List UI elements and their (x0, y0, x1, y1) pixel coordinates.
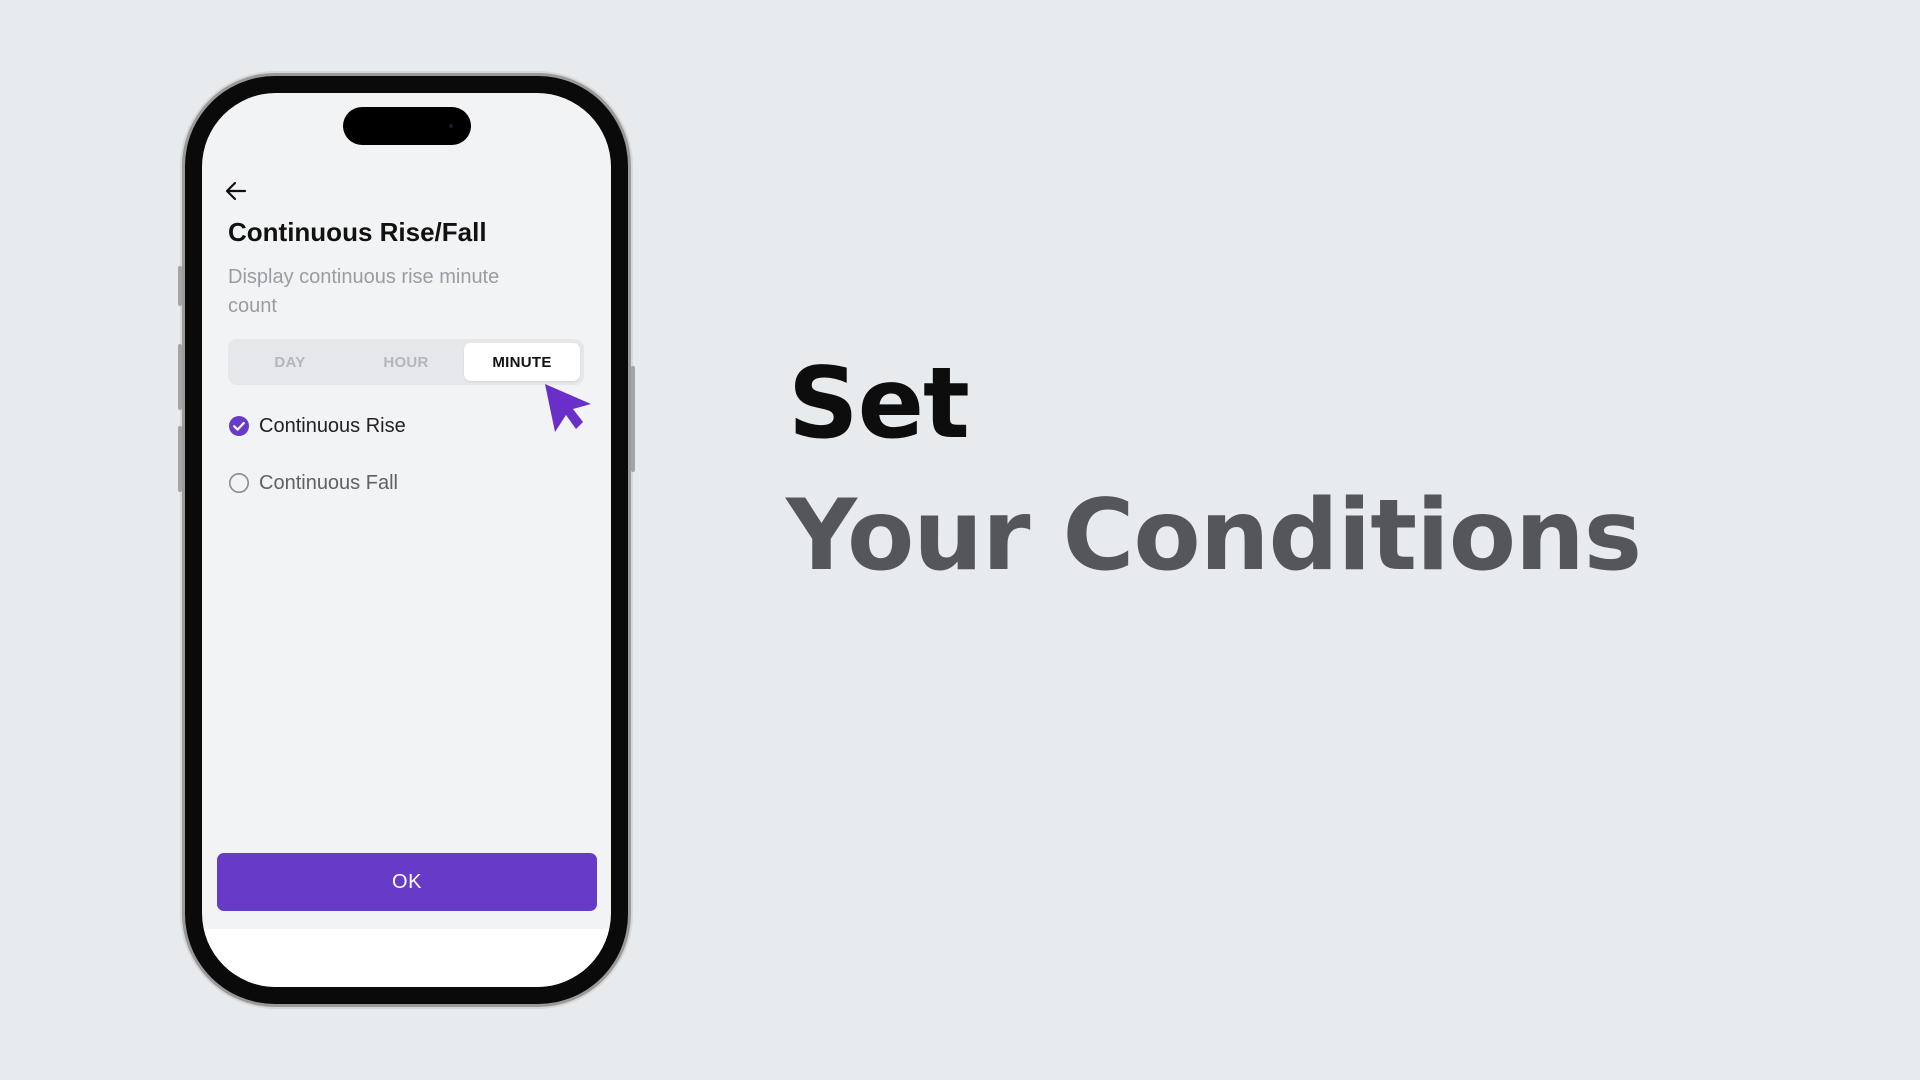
period-segmented-control: DAY HOUR MINUTE (228, 339, 584, 385)
arrow-left-icon (225, 181, 247, 201)
tab-day[interactable]: DAY (232, 343, 348, 381)
phone-screen: Continuous Rise/Fall Display continuous … (202, 93, 611, 987)
headline-set: Set (788, 347, 970, 461)
back-button[interactable] (220, 175, 252, 207)
option-continuous-fall[interactable]: Continuous Fall (228, 468, 398, 498)
tab-minute[interactable]: MINUTE (464, 343, 580, 381)
headline-your-conditions: Your Conditions (786, 479, 1642, 593)
phone-mute-switch (178, 266, 182, 306)
phone-frame: Continuous Rise/Fall Display continuous … (178, 76, 635, 1004)
option-continuous-rise[interactable]: Continuous Rise (228, 411, 406, 441)
check-circle-icon (229, 416, 249, 436)
home-indicator-area (202, 929, 611, 987)
dynamic-island (343, 107, 471, 145)
page-subtitle: Display continuous rise minute count (228, 266, 500, 317)
pointer-cursor-icon (545, 384, 591, 432)
camera-dot (449, 124, 453, 128)
option-label: Continuous Fall (259, 471, 398, 494)
phone-volume-up (178, 344, 182, 410)
ok-button[interactable]: OK (217, 853, 597, 911)
option-label: Continuous Rise (259, 414, 406, 437)
radio-empty-icon (229, 473, 249, 493)
phone-power-button (631, 366, 635, 472)
page-title: Continuous Rise/Fall (228, 217, 487, 247)
tab-hour[interactable]: HOUR (348, 343, 464, 381)
phone-volume-down (178, 426, 182, 492)
